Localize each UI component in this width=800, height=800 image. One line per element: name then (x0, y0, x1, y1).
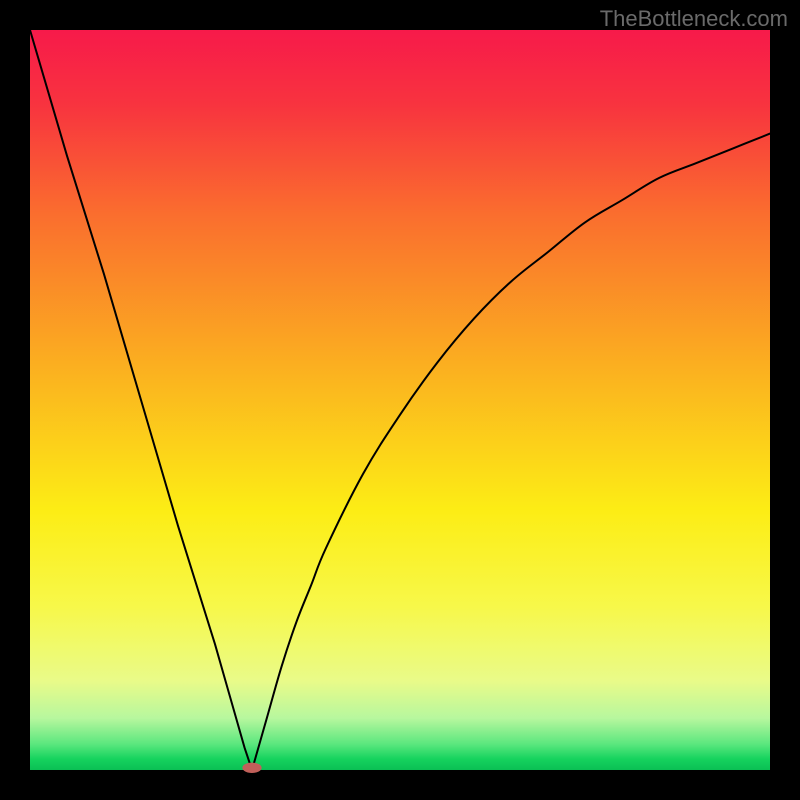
minimum-marker (242, 763, 261, 773)
bottleneck-curve (30, 30, 770, 770)
curve-layer (30, 30, 770, 770)
watermark-text: TheBottleneck.com (600, 6, 788, 32)
chart-frame: TheBottleneck.com (0, 0, 800, 800)
plot-area (30, 30, 770, 770)
